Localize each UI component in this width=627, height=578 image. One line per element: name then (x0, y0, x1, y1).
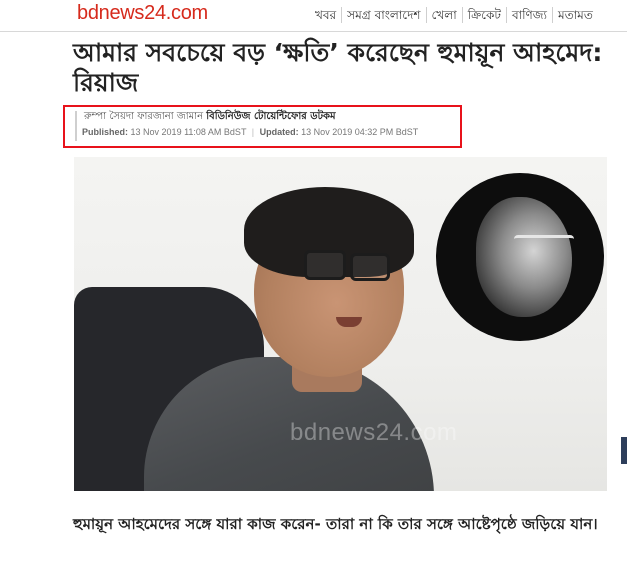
glasses-right-lens (350, 253, 390, 281)
nav-item-news[interactable]: খবর (310, 7, 341, 23)
main-nav: খবর সমগ্র বাংলাদেশ খেলা ক্রিকেট বাণিজ্য … (310, 5, 598, 25)
article-byline: রুম্পা সৈয়দা ফারজানা জামান বিডিনিউজ টোয… (84, 109, 336, 126)
photo-watermark: bdnews24.com (290, 419, 458, 446)
nav-item-business[interactable]: বাণিজ্য (505, 7, 552, 23)
published-label: Published: (82, 127, 129, 137)
byline-organization: বিডিনিউজ টোয়েন্টিফোর ডটকম (206, 111, 336, 122)
published-date: 13 Nov 2019 11:08 AM BdST (130, 127, 247, 137)
nav-item-cricket[interactable]: ক্রিকেট (461, 7, 506, 23)
nav-item-sports[interactable]: খেলা (425, 7, 462, 23)
byline-authors[interactable]: রুম্পা সৈয়দা ফারজানা জামান (84, 111, 203, 122)
scrollbar-thumb[interactable] (621, 437, 627, 464)
updated-date: 13 Nov 2019 04:32 PM BdST (301, 127, 419, 137)
nav-item-opinion[interactable]: মতামত (552, 7, 598, 23)
site-logo[interactable]: bdnews24.com (77, 2, 208, 25)
site-header: bdnews24.com খবর সমগ্র বাংলাদেশ খেলা ক্র… (0, 0, 627, 32)
article-dates: Published: 13 Nov 2019 11:08 AM BdST | U… (82, 127, 418, 137)
inset-glasses (514, 235, 574, 246)
glasses-left-lens (304, 250, 346, 280)
article-photo[interactable]: bdnews24.com (74, 157, 607, 491)
article-subtitle: হুমায়ূন আহমেদের সঙ্গে যারা কাজ করেন- তা… (73, 515, 598, 533)
article-headline: আমার সবচেয়ে বড় ‘ক্ষতি’ করেছেন হুমায়ূন… (73, 38, 603, 97)
dates-separator: | (251, 127, 255, 137)
byline-divider (75, 111, 77, 141)
inset-portrait (436, 173, 604, 341)
nav-item-bangladesh[interactable]: সমগ্র বাংলাদেশ (341, 7, 425, 23)
inset-face (476, 197, 572, 317)
updated-label: Updated: (259, 127, 299, 137)
